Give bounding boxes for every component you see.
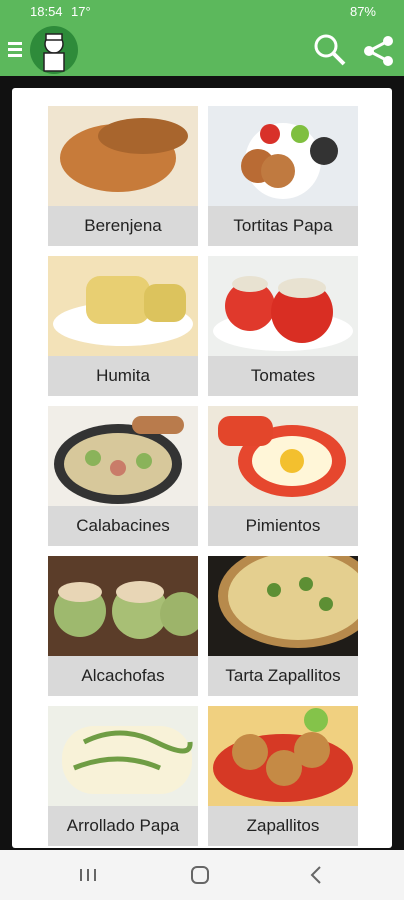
chef-icon xyxy=(30,26,78,74)
recipe-image xyxy=(208,706,358,806)
status-time: 18:54 xyxy=(30,4,63,19)
system-nav-bar xyxy=(0,850,404,900)
recipe-label: Tortitas Papa xyxy=(233,216,333,235)
recipe-card[interactable]: Berenjena xyxy=(48,106,198,246)
recipe-label: Arrollado Papa xyxy=(66,816,180,835)
status-bar: 18:54 17° 87% xyxy=(0,0,404,24)
recipe-label: Berenjena xyxy=(84,216,162,235)
recipe-label: Alcachofas xyxy=(81,666,165,685)
recipe-label: Zapallitos xyxy=(246,816,320,835)
recipe-label: Humita xyxy=(96,366,150,385)
recipe-card[interactable]: Tarta Zapallitos xyxy=(208,556,358,696)
recipe-image xyxy=(208,256,358,356)
recipe-card[interactable]: Humita xyxy=(48,256,198,396)
home-icon[interactable] xyxy=(191,866,209,884)
status-temperature: 17° xyxy=(71,4,91,19)
recipe-label: Calabacines xyxy=(76,516,170,535)
recipe-label: Pimientos xyxy=(245,516,321,535)
recipe-image xyxy=(48,556,198,656)
recipe-card[interactable]: Calabacines xyxy=(48,406,198,546)
recipe-image xyxy=(208,406,358,506)
recipe-grid: Berenjena Tortitas Papa Humita Tomates C… xyxy=(12,88,392,848)
recipe-card[interactable]: Tortitas Papa xyxy=(208,106,358,246)
search-icon[interactable] xyxy=(312,32,346,66)
recipe-card[interactable]: Tomates xyxy=(208,256,358,396)
recipe-image xyxy=(208,556,358,656)
recipe-card[interactable]: Arrollado Papa xyxy=(48,706,198,846)
app-bar xyxy=(0,24,404,76)
recipe-card[interactable]: Alcachofas xyxy=(48,556,198,696)
recipe-card[interactable]: Zapallitos xyxy=(208,706,358,846)
recipe-label: Tarta Zapallitos xyxy=(225,666,341,685)
share-icon[interactable] xyxy=(362,34,396,68)
recipe-card[interactable]: Pimientos xyxy=(208,406,358,546)
recipe-image xyxy=(48,406,198,506)
recent-apps-icon[interactable] xyxy=(78,867,98,883)
recipe-image xyxy=(48,106,198,206)
status-battery: 87% xyxy=(349,4,376,19)
recipe-image xyxy=(48,706,198,806)
recipe-image xyxy=(48,256,198,356)
recipe-label: Tomates xyxy=(250,366,316,385)
recipe-image xyxy=(208,106,358,206)
back-icon[interactable] xyxy=(306,865,326,885)
menu-icon[interactable] xyxy=(8,39,22,61)
